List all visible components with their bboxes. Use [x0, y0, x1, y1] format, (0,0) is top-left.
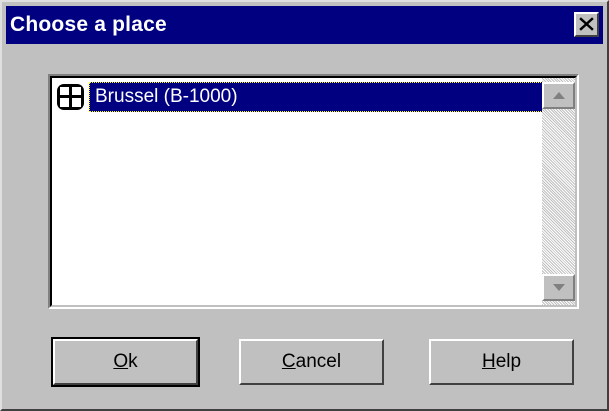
scroll-down-button[interactable]	[542, 274, 575, 301]
choose-place-dialog: Choose a place Brussel (B-1000) Ok Cance…	[0, 0, 609, 411]
list-item[interactable]: Brussel (B-1000)	[56, 82, 543, 112]
list-item-label: Brussel (B-1000)	[89, 82, 543, 112]
vertical-scrollbar[interactable]	[542, 78, 575, 305]
close-button[interactable]	[574, 12, 599, 37]
dialog-title: Choose a place	[10, 13, 167, 36]
ok-label-rest: k	[128, 351, 138, 372]
arrow-down-icon	[553, 284, 565, 291]
cancel-label-rest: ancel	[295, 351, 342, 372]
help-button[interactable]: Help	[429, 339, 574, 385]
place-listbox[interactable]: Brussel (B-1000)	[48, 74, 579, 309]
cancel-mnemonic: C	[281, 351, 296, 372]
ok-button[interactable]: Ok	[51, 337, 200, 387]
help-label-rest: elp	[495, 351, 522, 372]
grid-place-icon	[57, 84, 84, 110]
help-mnemonic: H	[481, 351, 496, 372]
title-bar[interactable]: Choose a place	[6, 6, 603, 44]
close-icon	[579, 17, 594, 31]
arrow-up-icon	[553, 92, 565, 99]
ok-mnemonic: O	[113, 351, 129, 372]
cancel-button[interactable]: Cancel	[239, 339, 384, 385]
scroll-up-button[interactable]	[542, 82, 575, 109]
